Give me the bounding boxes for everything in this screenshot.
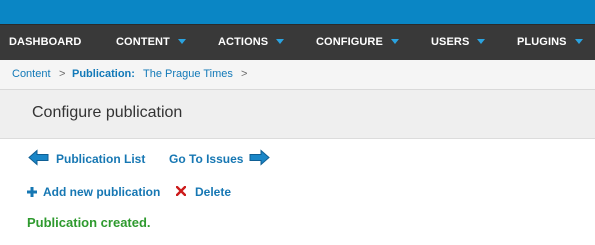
nav-configure-label: CONFIGURE [316, 36, 383, 48]
nav-content-label: CONTENT [116, 36, 170, 48]
nav-users[interactable]: USERS [431, 25, 486, 61]
nav-dashboard[interactable]: DASHBOARD [9, 25, 81, 61]
chevron-down-icon [390, 38, 399, 44]
plus-icon [27, 187, 37, 197]
nav-content[interactable]: CONTENT [116, 25, 186, 61]
nav-users-label: USERS [431, 36, 470, 48]
add-new-publication-link[interactable]: Add new publication [43, 185, 160, 199]
chevron-down-icon [177, 38, 186, 44]
breadcrumb-section-label: Publication: [72, 68, 135, 80]
breadcrumb-publication-link[interactable]: The Prague Times [143, 68, 233, 80]
top-accent-bar [0, 0, 595, 24]
breadcrumb-separator: > [59, 68, 66, 80]
publication-list-link[interactable]: Publication List [56, 152, 145, 166]
nav-actions[interactable]: ACTIONS [218, 25, 285, 61]
chevron-down-icon [477, 38, 486, 44]
nav-plugins[interactable]: PLUGINS [517, 25, 583, 61]
arrow-left-icon[interactable] [28, 149, 49, 166]
chevron-down-icon [574, 38, 583, 44]
breadcrumb-content-link[interactable]: Content [12, 68, 51, 80]
breadcrumb-separator: > [241, 68, 248, 80]
page-title: Configure publication [32, 104, 183, 121]
nav-plugins-label: PLUGINS [517, 36, 567, 48]
delete-link[interactable]: Delete [195, 185, 231, 199]
main-navigation: DASHBOARD CONTENT ACTIONS CONFIGURE USER… [0, 24, 595, 60]
nav-configure[interactable]: CONFIGURE [316, 25, 399, 61]
nav-dashboard-label: DASHBOARD [9, 36, 82, 48]
nav-actions-label: ACTIONS [218, 36, 269, 48]
breadcrumb: Content > Publication: The Prague Times … [0, 60, 595, 90]
success-message: Publication created. [27, 215, 151, 230]
chevron-down-icon [276, 38, 285, 44]
go-to-issues-link[interactable]: Go To Issues [169, 152, 243, 166]
cross-icon [176, 186, 186, 196]
arrow-right-icon[interactable] [249, 149, 270, 166]
